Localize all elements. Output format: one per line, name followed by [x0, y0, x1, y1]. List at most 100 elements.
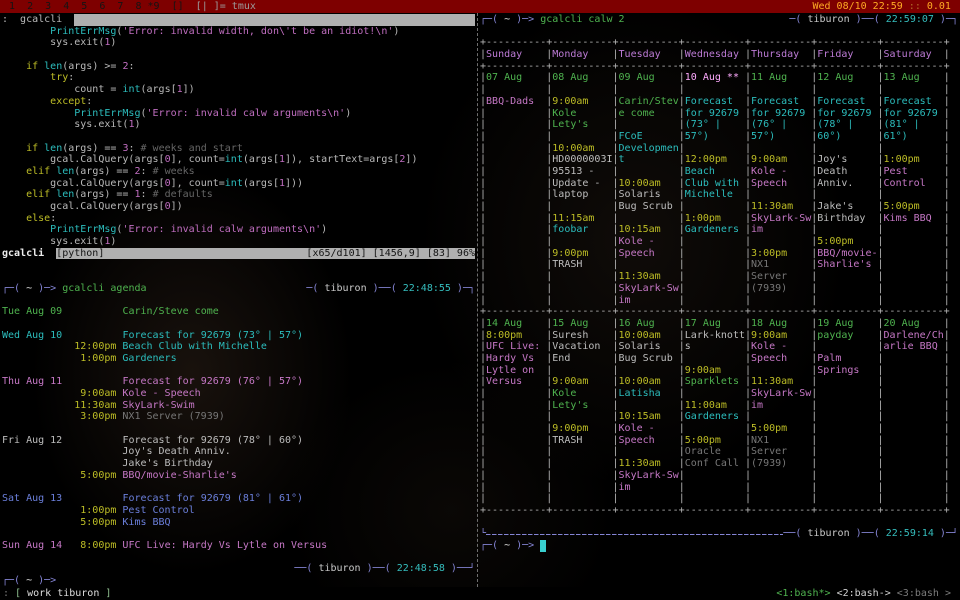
terminal-line: 12:00pm Beach Club with Michelle [2, 341, 475, 353]
text-segment: gcal.CalQuery(args[ [2, 201, 165, 213]
text-segment [817, 400, 877, 412]
left-pane[interactable]: : gcalcli PrintErrMsg('Error: invalid wi… [0, 13, 477, 587]
text-segment: 1:00pm [685, 213, 745, 225]
terminal-line: ──( tiburon )──( 22:48:58 )──┘ [2, 563, 475, 575]
text-segment: )─> [32, 283, 62, 295]
text-segment [552, 84, 612, 96]
text-segment: count = [2, 84, 122, 96]
text-segment: 0.01 [927, 0, 951, 13]
text-segment [751, 143, 811, 155]
text-segment: | [944, 248, 950, 260]
terminal-line: | | |FCoE |57°) |57°) |60°) |61°) | [480, 131, 958, 143]
text-segment: Jake's Birthday [2, 458, 213, 470]
text-segment: ]) [405, 154, 417, 166]
terminal-line: 1 2 3 4 5 6 7 8 *9 [] [| ]= tmuxWed 08/1… [3, 0, 957, 13]
text-segment: Lety's [552, 119, 612, 131]
text-segment [685, 470, 745, 482]
text-segment: SkyLark-Sw [751, 388, 811, 400]
text-segment: Lark-knott [685, 330, 745, 342]
text-segment: for 92679 [685, 108, 745, 120]
text-segment [817, 423, 877, 435]
text-segment: tiburon [807, 14, 849, 26]
terminal-line [2, 49, 475, 61]
text-segment: [x65/d101] [1456,9] [83] 96% [306, 248, 475, 260]
text-segment [817, 189, 877, 201]
text-segment: 08 Aug [552, 72, 612, 84]
text-segment: ]) [171, 201, 183, 213]
terminal-line: | | |Kole - | | |5:00pm | | [480, 236, 958, 248]
terminal-line: |Hardy Vs |End |Bug Scrub | |Speech |Pal… [480, 353, 958, 365]
text-segment [685, 236, 745, 248]
text-segment: Bug Scrub [619, 201, 679, 213]
terminal-line: | |Lety's | |11:00am |im | | | [480, 400, 958, 412]
text-segment: Forecast [751, 96, 811, 108]
text-segment: im [751, 224, 811, 236]
text-segment: 57°) [751, 131, 811, 143]
text-segment [884, 295, 944, 307]
text-segment: | [944, 423, 950, 435]
text-segment [552, 131, 612, 143]
text-segment [486, 446, 546, 458]
terminal-line: 3:00pm NX1 Server (7939) [2, 411, 475, 423]
text-segment: 'Error: invalid width, don\'t be an idio… [122, 26, 393, 38]
terminal-line: |Versus |9:00am |10:00am |Sparklets |11:… [480, 376, 958, 388]
text-segment: 10:15am [619, 224, 679, 236]
text-segment: e come [619, 108, 679, 120]
text-segment [884, 259, 944, 271]
text-segment: laptop [552, 189, 612, 201]
text-segment: | [944, 353, 950, 365]
text-segment [817, 493, 877, 505]
text-segment [951, 0, 957, 13]
text-segment: Birthday [817, 213, 877, 225]
text-segment: Jake's [817, 201, 877, 213]
text-segment [884, 458, 944, 470]
text-segment [62, 493, 122, 505]
terminal-line: | |10:00am |Developmen| | | | | [480, 143, 958, 155]
text-segment: # weeks and start [141, 143, 243, 155]
terminal-line: gcal.CalQuery(args[0], count=int(args[1]… [2, 154, 475, 166]
text-segment: +----------+----------+----------+------… [480, 37, 950, 49]
text-segment: Kole - [619, 423, 679, 435]
text-segment [480, 26, 486, 38]
text-segment [619, 365, 679, 377]
terminal-line: ┌─( ~ )─> gcalcli agenda─( tiburon )──( … [2, 283, 475, 295]
text-segment: 'Error: invalid calw arguments\n' [147, 108, 346, 120]
text-segment: (78° | [817, 119, 877, 131]
text-segment: 60°) [817, 131, 877, 143]
text-segment [552, 236, 612, 248]
text-segment: Kole - [751, 166, 811, 178]
text-segment: )─> [510, 14, 540, 26]
text-segment: payday [817, 330, 877, 342]
text-segment [884, 435, 944, 447]
text-segment: | [944, 119, 950, 131]
text-segment [685, 482, 745, 494]
tmux-bottom-status-bar: : [ work tiburon ]<1:bash*> <2:bash-> <3… [0, 587, 960, 600]
text-segment: Solaris [619, 341, 679, 353]
right-pane[interactable]: ┌─( ~ )─> gcalcli calw 2─( tiburon )──( … [478, 13, 960, 587]
text-segment: if [26, 61, 44, 73]
text-segment: 9:00am [685, 365, 745, 377]
text-segment [817, 482, 877, 494]
terminal-line: 5:00pm BBQ/movie-Sharlie's [2, 470, 475, 482]
spacer [256, 0, 813, 13]
text-segment [2, 423, 8, 435]
text-segment: Forecast [884, 96, 944, 108]
left-shell-agenda: ┌─( ~ )─> gcalcli agenda─( tiburon )──( … [2, 271, 475, 587]
text-segment: Michelle [685, 189, 745, 201]
text-segment: Gardeners [116, 353, 176, 365]
tmux-top-status-bar: 1 2 3 4 5 6 7 8 *9 [] [| ]= tmuxWed 08/1… [0, 0, 960, 13]
text-segment: +----------+----------+----------+------… [480, 505, 950, 517]
text-segment: <2:bash-> [837, 587, 891, 600]
text-segment: 10:15am [619, 411, 679, 423]
text-segment: ┌─( [480, 14, 504, 26]
text-segment [817, 84, 877, 96]
text-segment: [ [15, 587, 27, 600]
text-segment: 19 Aug [817, 318, 877, 330]
text-segment: SkyLark-Sw [751, 213, 811, 225]
text-segment: len [44, 143, 62, 155]
text-segment: 5:00pm [2, 517, 116, 529]
text-segment: 9:00am [2, 388, 116, 400]
text-segment [2, 528, 8, 540]
text-segment: )─> [510, 540, 540, 552]
terminal-line: if len(args) == 3: # weeks and start [2, 143, 475, 155]
